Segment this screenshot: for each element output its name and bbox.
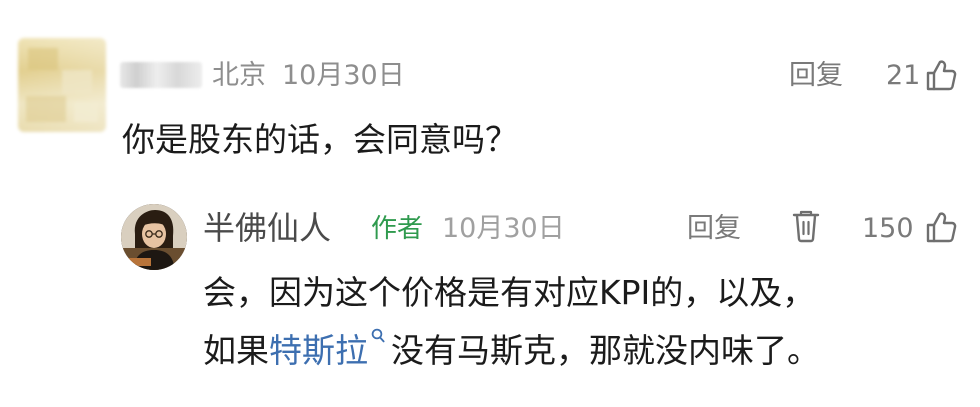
- reply-reply-button[interactable]: 回复: [687, 212, 741, 246]
- comment-location: 北京: [212, 60, 266, 91]
- commenter-avatar[interactable]: [18, 38, 106, 132]
- thumbs-up-icon[interactable]: [924, 210, 958, 244]
- thumbs-up-icon[interactable]: [924, 58, 958, 92]
- comment-date: 10月30日: [282, 60, 405, 91]
- trash-icon[interactable]: [791, 209, 821, 243]
- reply-like-count: 150: [862, 213, 914, 244]
- comment-reply-button[interactable]: 回复: [789, 59, 843, 93]
- commenter-username[interactable]: [120, 62, 202, 88]
- reply-text: 会，因为这个价格是有对应KPI的，以及， 如果特斯拉 没有马斯克，那就没内味了。: [203, 264, 820, 380]
- topic-link[interactable]: 特斯拉: [269, 331, 368, 370]
- search-icon[interactable]: [371, 328, 385, 344]
- author-badge: 作者: [371, 214, 424, 244]
- reply-username[interactable]: 半佛仙人: [203, 208, 331, 248]
- reply-date: 10月30日: [442, 213, 565, 244]
- comment-item: 北京 10月30日 回复 21 你是股东的话，会同意吗？: [0, 0, 980, 190]
- avatar-image: [121, 204, 187, 270]
- comment-like-count: 21: [886, 60, 921, 91]
- reply-item: 半佛仙人 作者 10月30日 回复 150 会，因为这个价格是有对应KPI的，以…: [0, 190, 980, 407]
- comment-text: 你是股东的话，会同意吗？: [122, 120, 518, 159]
- reply-text-suffix: 没有马斯克，那就没内味了。: [391, 331, 820, 370]
- reply-text-line-2: 如果特斯拉 没有马斯克，那就没内味了。: [203, 322, 820, 380]
- reply-text-line-1: 会，因为这个价格是有对应KPI的，以及，: [203, 273, 816, 312]
- reply-avatar[interactable]: [121, 204, 187, 270]
- reply-text-prefix: 如果: [203, 331, 269, 370]
